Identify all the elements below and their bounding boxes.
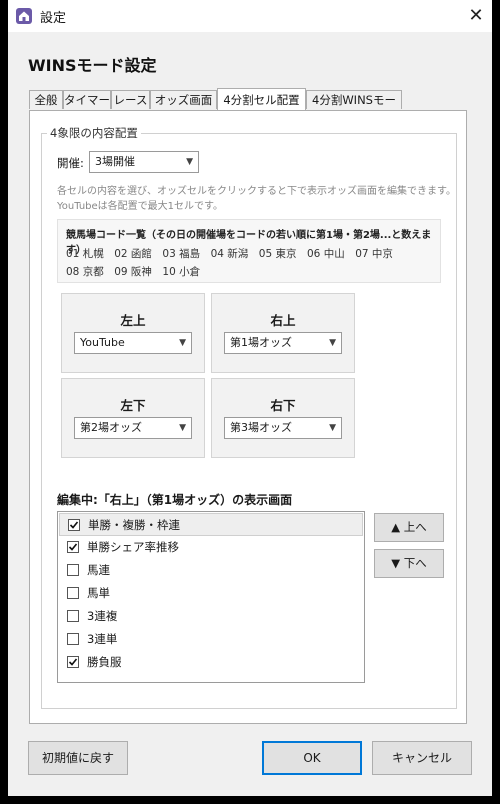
cell-title: 右上 (270, 313, 296, 328)
app-house-icon (16, 8, 32, 24)
tab-general[interactable]: 全般 (29, 90, 63, 109)
chevron-down-icon: ▼ (179, 338, 186, 348)
tab-quad-wins-mode[interactable]: 4分割WINSモード (306, 90, 402, 126)
tab-quad-cell-layout[interactable]: 4分割セル配置 (217, 88, 306, 110)
move-up-button[interactable]: ▲ 上へ (374, 513, 444, 542)
cell-bottom-right[interactable]: 右下 第3場オッズ ▼ (211, 378, 355, 458)
close-icon[interactable]: ✕ (464, 4, 488, 28)
cell-top-left[interactable]: 左上 YouTube ▼ (61, 293, 205, 373)
cancel-button[interactable]: キャンセル (372, 741, 472, 775)
window-title: 設定 (40, 11, 67, 26)
list-item-label: 馬単 (87, 586, 110, 600)
cell-title: 左下 (120, 398, 146, 413)
cell-title: 右下 (270, 398, 296, 413)
list-item[interactable]: 勝負服 (59, 651, 363, 674)
ok-button[interactable]: OK (262, 741, 362, 775)
checkbox[interactable] (67, 587, 79, 599)
hint-line-2: YouTubeは各配置で最大1セルです。 (57, 201, 224, 212)
reset-defaults-button[interactable]: 初期値に戻す (28, 741, 128, 775)
cell-bottom-left[interactable]: 左下 第2場オッズ ▼ (61, 378, 205, 458)
list-item-label: 3連単 (87, 632, 118, 646)
checkmark-icon (68, 658, 78, 666)
checkbox[interactable] (67, 541, 79, 553)
chevron-down-icon: ▼ (329, 338, 336, 348)
tab-race[interactable]: レース (111, 90, 150, 109)
tab-odds-screen[interactable]: オッズ画面 (150, 90, 217, 109)
cell-select-value: YouTube (80, 336, 125, 349)
tab-panel: 4象限の内容配置 開催: 3場開催 ▼ 各セルの内容を選び、オッズセルをクリック… (29, 110, 467, 724)
settings-dialog: 設定 ✕ WINSモード設定 全般 タイマー レース オッズ画面 4分割セル配置… (8, 0, 492, 796)
move-down-button[interactable]: ▼ 下へ (374, 549, 444, 578)
cell-content-select[interactable]: 第1場オッズ ▼ (224, 332, 342, 354)
display-screen-list[interactable]: 単勝・複勝・枠連 単勝シェア率推移 馬連 馬単 3連複 3連単 勝負服 (57, 511, 365, 683)
checkmark-icon (69, 521, 79, 529)
checkbox[interactable] (67, 656, 79, 668)
editing-label: 編集中:「右上」（第1場オッズ）の表示画面 (57, 493, 293, 507)
checkmark-icon (68, 543, 78, 551)
cell-select-value: 第2場オッズ (80, 421, 142, 434)
cell-select-value: 第3場オッズ (230, 421, 292, 434)
kaisai-select-value: 3場開催 (95, 155, 135, 168)
list-item[interactable]: 3連複 (59, 605, 363, 628)
list-item-label: 勝負服 (87, 655, 122, 669)
chevron-down-icon: ▼ (329, 423, 336, 433)
list-item-label: 3連複 (87, 609, 118, 623)
title-bar: 設定 ✕ (8, 0, 492, 32)
chevron-down-icon: ▼ (186, 157, 193, 167)
chevron-down-icon: ▼ (179, 423, 186, 433)
cell-content-select[interactable]: YouTube ▼ (74, 332, 192, 354)
hint-line-1: 各セルの内容を選び、オッズセルをクリックすると下で表示オッズ画面を編集できます。 (57, 186, 456, 197)
course-code-box: 競馬場コード一覧（その日の開催場をコードの若い順に第1場・第2場...と数えます… (57, 219, 441, 283)
list-item-label: 単勝シェア率推移 (87, 540, 179, 554)
list-item[interactable]: 単勝シェア率推移 (59, 536, 363, 559)
tab-timer[interactable]: タイマー (63, 90, 111, 109)
list-item[interactable]: 馬単 (59, 582, 363, 605)
cell-select-value: 第1場オッズ (230, 336, 292, 349)
course-code-line-1: 01 札幌 02 函館 03 福島 04 新潟 05 東京 06 中山 07 中… (66, 248, 393, 260)
checkbox[interactable] (68, 519, 80, 531)
list-item-label: 単勝・複勝・枠連 (88, 518, 180, 532)
list-item[interactable]: 3連単 (59, 628, 363, 651)
checkbox[interactable] (67, 564, 79, 576)
kaisai-label: 開催: (57, 156, 84, 170)
cell-top-right[interactable]: 右上 第1場オッズ ▼ (211, 293, 355, 373)
list-item[interactable]: 馬連 (59, 559, 363, 582)
dialog-heading: WINSモード設定 (28, 56, 157, 75)
cell-content-select[interactable]: 第2場オッズ ▼ (74, 417, 192, 439)
list-item-label: 馬連 (87, 563, 110, 577)
list-item[interactable]: 単勝・複勝・枠連 (59, 513, 363, 536)
checkbox[interactable] (67, 610, 79, 622)
cell-title: 左上 (120, 313, 146, 328)
course-code-line-2: 08 京都 09 阪神 10 小倉 (66, 266, 201, 278)
checkbox[interactable] (67, 633, 79, 645)
kaisai-select[interactable]: 3場開催 ▼ (89, 151, 199, 173)
groupbox-label: 4象限の内容配置 (47, 125, 141, 141)
cell-content-select[interactable]: 第3場オッズ ▼ (224, 417, 342, 439)
